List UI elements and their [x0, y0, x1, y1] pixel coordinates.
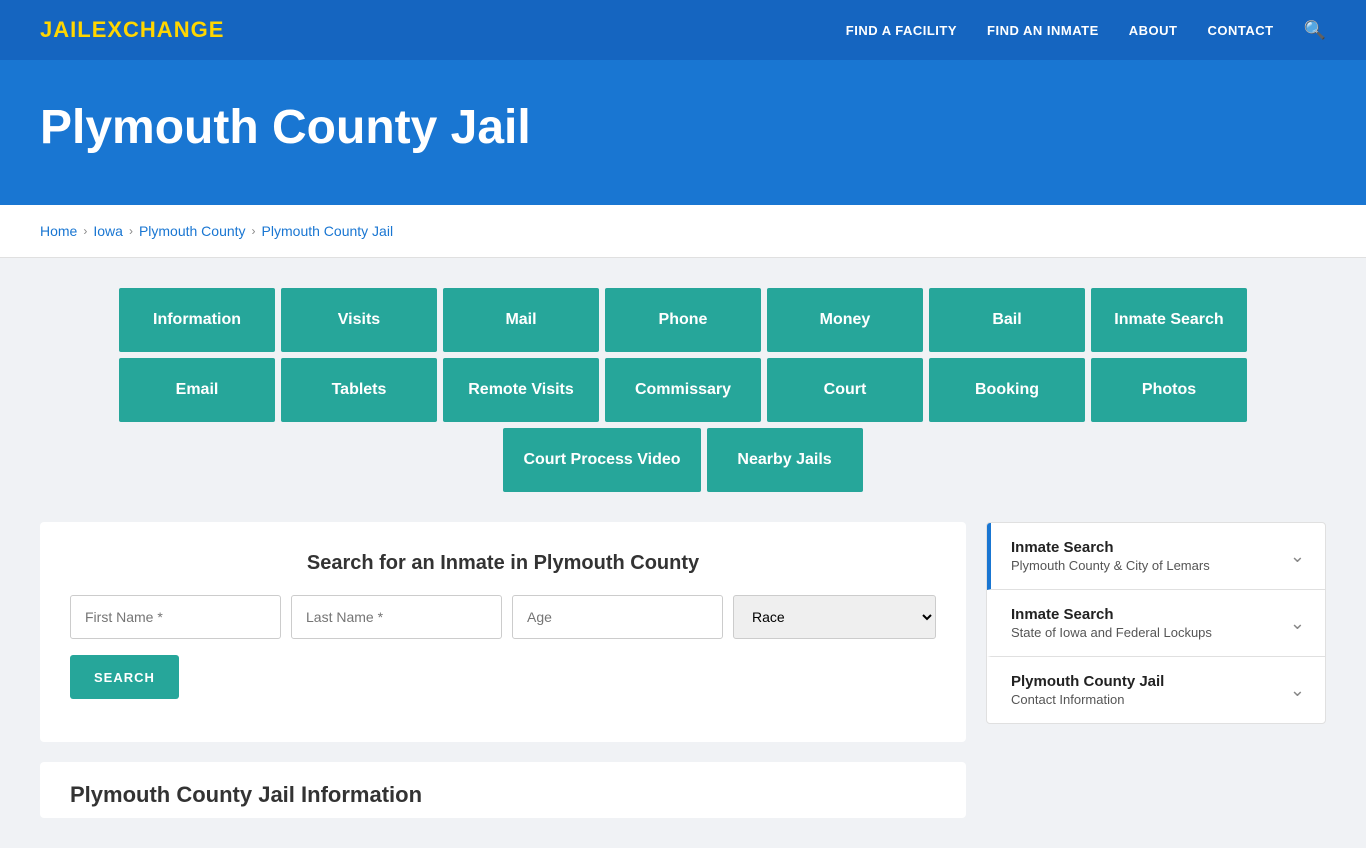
- search-button[interactable]: SEARCH: [70, 655, 179, 699]
- tile-row-3: Court Process Video Nearby Jails: [503, 428, 862, 492]
- btn-remote-visits[interactable]: Remote Visits: [443, 358, 599, 422]
- btn-tablets[interactable]: Tablets: [281, 358, 437, 422]
- sidebar-item-title-1: Inmate Search: [1011, 539, 1210, 556]
- tile-row-1: Information Visits Mail Phone Money Bail…: [119, 288, 1247, 352]
- sidebar-item-subtitle-3: Contact Information: [1011, 692, 1164, 707]
- first-name-input[interactable]: [70, 595, 281, 639]
- search-icon[interactable]: 🔍: [1304, 20, 1326, 41]
- hero-section: Plymouth County Jail: [0, 60, 1366, 205]
- chevron-down-icon-2: ⌄: [1290, 613, 1305, 634]
- btn-information[interactable]: Information: [119, 288, 275, 352]
- btn-mail[interactable]: Mail: [443, 288, 599, 352]
- sidebar-inmate-search-iowa[interactable]: Inmate Search State of Iowa and Federal …: [987, 590, 1325, 657]
- nav-links: FIND A FACILITY FIND AN INMATE ABOUT CON…: [846, 20, 1326, 41]
- chevron-down-icon-3: ⌄: [1290, 680, 1305, 701]
- page-title: Plymouth County Jail: [40, 100, 1326, 155]
- nav-contact[interactable]: CONTACT: [1207, 23, 1273, 38]
- btn-money[interactable]: Money: [767, 288, 923, 352]
- sidebar-inmate-search-plymouth[interactable]: Inmate Search Plymouth County & City of …: [987, 523, 1325, 590]
- tile-row-2: Email Tablets Remote Visits Commissary C…: [119, 358, 1247, 422]
- breadcrumb-iowa[interactable]: Iowa: [93, 223, 123, 239]
- breadcrumb-plymouth-county[interactable]: Plymouth County: [139, 223, 246, 239]
- search-panel: Search for an Inmate in Plymouth County …: [40, 522, 966, 742]
- chevron-down-icon-1: ⌄: [1290, 546, 1305, 567]
- sidebar-panel: Inmate Search Plymouth County & City of …: [986, 522, 1326, 724]
- btn-email[interactable]: Email: [119, 358, 275, 422]
- breadcrumb-sep-3: ›: [252, 224, 256, 238]
- breadcrumb-sep-2: ›: [129, 224, 133, 238]
- sidebar-contact-info[interactable]: Plymouth County Jail Contact Information…: [987, 657, 1325, 723]
- bottom-info-section: Plymouth County Jail Information: [40, 762, 966, 818]
- btn-phone[interactable]: Phone: [605, 288, 761, 352]
- logo[interactable]: JAILEXCHANGE: [40, 17, 224, 43]
- info-section-title: Plymouth County Jail Information: [70, 782, 936, 808]
- btn-visits[interactable]: Visits: [281, 288, 437, 352]
- breadcrumb-current: Plymouth County Jail: [262, 223, 394, 239]
- btn-commissary[interactable]: Commissary: [605, 358, 761, 422]
- nav-find-inmate[interactable]: FIND AN INMATE: [987, 23, 1099, 38]
- btn-court[interactable]: Court: [767, 358, 923, 422]
- btn-court-process-video[interactable]: Court Process Video: [503, 428, 700, 492]
- lower-section: Search for an Inmate in Plymouth County …: [40, 522, 1326, 818]
- btn-inmate-search[interactable]: Inmate Search: [1091, 288, 1247, 352]
- main-content: Information Visits Mail Phone Money Bail…: [0, 258, 1366, 848]
- breadcrumb-sep-1: ›: [83, 224, 87, 238]
- search-title: Search for an Inmate in Plymouth County: [70, 552, 936, 575]
- tile-button-grid: Information Visits Mail Phone Money Bail…: [40, 288, 1326, 492]
- sidebar-item-title-2: Inmate Search: [1011, 606, 1212, 623]
- logo-jail: JAIL: [40, 17, 92, 42]
- last-name-input[interactable]: [291, 595, 502, 639]
- sidebar-item-text-1: Inmate Search Plymouth County & City of …: [1011, 539, 1210, 573]
- btn-booking[interactable]: Booking: [929, 358, 1085, 422]
- sidebar-item-title-3: Plymouth County Jail: [1011, 673, 1164, 690]
- nav-find-facility[interactable]: FIND A FACILITY: [846, 23, 957, 38]
- breadcrumb: Home › Iowa › Plymouth County › Plymouth…: [0, 205, 1366, 258]
- sidebar-item-text-3: Plymouth County Jail Contact Information: [1011, 673, 1164, 707]
- age-input[interactable]: [512, 595, 723, 639]
- sidebar-item-subtitle-1: Plymouth County & City of Lemars: [1011, 558, 1210, 573]
- btn-photos[interactable]: Photos: [1091, 358, 1247, 422]
- breadcrumb-home[interactable]: Home: [40, 223, 77, 239]
- btn-bail[interactable]: Bail: [929, 288, 1085, 352]
- nav-about[interactable]: ABOUT: [1129, 23, 1178, 38]
- sidebar-item-text-2: Inmate Search State of Iowa and Federal …: [1011, 606, 1212, 640]
- search-fields: Race White Black Hispanic Asian Other: [70, 595, 936, 639]
- race-select[interactable]: Race White Black Hispanic Asian Other: [733, 595, 936, 639]
- left-column: Search for an Inmate in Plymouth County …: [40, 522, 966, 818]
- navbar: JAILEXCHANGE FIND A FACILITY FIND AN INM…: [0, 0, 1366, 60]
- btn-nearby-jails[interactable]: Nearby Jails: [707, 428, 863, 492]
- sidebar-item-subtitle-2: State of Iowa and Federal Lockups: [1011, 625, 1212, 640]
- logo-exchange: EXCHANGE: [92, 17, 225, 42]
